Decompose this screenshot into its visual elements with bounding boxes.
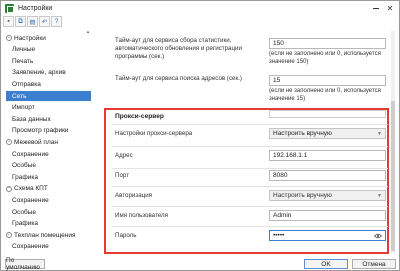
proxy-auth-value: Настроить вручную bbox=[273, 192, 332, 199]
tree-item-label: Сохранение bbox=[12, 196, 49, 204]
tree-group[interactable]: − Настройки bbox=[6, 33, 46, 43]
question-icon[interactable]: ? bbox=[51, 16, 62, 27]
divider bbox=[112, 168, 388, 169]
tree-item-label: Схема КПТ bbox=[14, 185, 48, 193]
close-button[interactable]: ✕ bbox=[383, 1, 397, 15]
proxy-auth-label: Авторизация bbox=[115, 192, 153, 199]
tree-group[interactable]: − Межевой план bbox=[6, 137, 58, 147]
tree-item[interactable]: Личные bbox=[12, 45, 35, 55]
tree-item-label: Просмотр графики bbox=[12, 127, 69, 135]
stats-timeout-hint: (если не заполнено или 0, используется з… bbox=[269, 51, 381, 65]
tree-item[interactable]: Заявление, архив bbox=[12, 68, 66, 78]
window-title: Настройки bbox=[18, 4, 53, 12]
tree-item-label: Особые bbox=[12, 208, 37, 216]
tree-item-label: База данных bbox=[12, 115, 51, 123]
scrollbar-thumb[interactable] bbox=[391, 101, 395, 251]
proxy-password-label: Пароль bbox=[115, 232, 137, 239]
vertical-scrollbar[interactable] bbox=[391, 31, 395, 253]
settings-tree: ▲ − Настройки Личные Печать Заявление, архив… bbox=[3, 29, 91, 257]
tree-item[interactable]: Особые bbox=[12, 207, 36, 217]
tree-item-label: Техплан помещения bbox=[14, 231, 76, 239]
undo-icon[interactable]: ↶ bbox=[39, 16, 50, 27]
paste-icon[interactable]: ▤ bbox=[27, 16, 38, 27]
divider bbox=[112, 186, 388, 187]
app-icon bbox=[5, 3, 14, 13]
toolbar: ▪ ⧉ ▤ ↶ ? bbox=[1, 15, 399, 28]
tree-item[interactable]: Сохранение bbox=[12, 242, 49, 252]
tree-item-label: Графика bbox=[12, 220, 38, 228]
tree-item-label: Импорт bbox=[12, 104, 35, 112]
copy-icon[interactable]: ⧉ bbox=[15, 16, 26, 27]
proxy-settings-select[interactable]: Настроить вручную ▼ bbox=[269, 128, 386, 139]
tree-item[interactable]: Графика bbox=[12, 172, 38, 182]
tree-item[interactable]: Графика bbox=[12, 219, 38, 229]
address-timeout-hint: (если не заполнено или 0, используется з… bbox=[269, 88, 381, 102]
divider bbox=[112, 124, 388, 125]
tree-item[interactable]: Сеть bbox=[6, 91, 91, 101]
tree-group[interactable]: − Схема КПТ bbox=[6, 184, 48, 194]
scroll-up-arrow-icon[interactable]: ▲ bbox=[85, 29, 91, 35]
tree-item-label: Заявление, архив bbox=[12, 69, 66, 77]
tree-item-label: Личные bbox=[12, 46, 36, 54]
collapse-toggle-icon[interactable]: − bbox=[6, 185, 12, 192]
save-icon[interactable]: ▪ bbox=[3, 16, 14, 27]
title-bar: Настройки ✕ bbox=[1, 1, 399, 15]
tree-item-label: Особые bbox=[12, 162, 37, 170]
stats-timeout-input[interactable]: 150 bbox=[269, 38, 386, 49]
chevron-down-icon: ▼ bbox=[377, 131, 382, 137]
proxy-settings-label: Настройки прокси-сервера bbox=[115, 130, 193, 137]
tree-item[interactable]: Печать bbox=[12, 56, 33, 66]
tree-item-label: Печать bbox=[12, 57, 34, 65]
proxy-section-title: Прокси-сервер bbox=[115, 113, 164, 120]
tree-item-label: Графика bbox=[12, 173, 38, 181]
proxy-address-input[interactable]: 192.168.1.1 bbox=[269, 150, 386, 161]
eye-icon[interactable] bbox=[374, 233, 382, 239]
stats-timeout-label: Тайм-аут для сервиса сбора статистики, а… bbox=[115, 37, 242, 60]
collapse-toggle-icon[interactable]: − bbox=[6, 35, 12, 41]
tree-item[interactable]: Особые bbox=[12, 161, 36, 171]
divider bbox=[112, 226, 388, 227]
tree-item-label: Межевой план bbox=[14, 138, 58, 146]
chevron-down-icon: ▼ bbox=[377, 193, 382, 199]
proxy-section-blank-field bbox=[269, 110, 386, 118]
divider bbox=[112, 206, 388, 207]
tree-item-label: Настройки bbox=[14, 34, 46, 42]
ok-button[interactable]: OK bbox=[304, 259, 348, 269]
collapse-toggle-icon[interactable]: − bbox=[6, 232, 12, 239]
tree-item[interactable]: Сохранение bbox=[12, 195, 49, 205]
address-timeout-label: Тайм-аут для сервиса поиска адресов (сек… bbox=[115, 75, 242, 82]
tree-item-label: Сохранение bbox=[12, 243, 49, 251]
proxy-user-label: Имя пользователя bbox=[115, 212, 168, 219]
proxy-user-input[interactable]: Admin bbox=[269, 210, 386, 221]
tree-item[interactable]: База данных bbox=[12, 114, 51, 124]
tree-item[interactable]: Импорт bbox=[12, 103, 35, 113]
settings-panel: Тайм-аут для сервиса сбора статистики, а… bbox=[92, 29, 396, 257]
tree-group[interactable]: − Техплан помещения bbox=[6, 230, 76, 240]
proxy-password-input[interactable]: ••••• bbox=[269, 230, 386, 241]
settings-window: Настройки ✕ ▪ ⧉ ▤ ↶ ? ▲ − Настройки Личные… bbox=[0, 0, 400, 271]
proxy-port-input[interactable]: 8080 bbox=[269, 170, 386, 181]
divider bbox=[112, 146, 388, 147]
tree-item-label: Отправка bbox=[12, 80, 41, 88]
proxy-settings-value: Настроить вручную bbox=[273, 130, 332, 137]
collapse-toggle-icon[interactable]: − bbox=[6, 139, 12, 146]
proxy-auth-select[interactable]: Настроить вручную ▼ bbox=[269, 190, 386, 201]
tree-item[interactable]: Сохранение bbox=[12, 149, 49, 159]
tree-item-label: Сохранение bbox=[12, 150, 49, 158]
proxy-address-label: Адрес bbox=[115, 152, 133, 159]
password-dots: ••••• bbox=[273, 232, 285, 239]
tree-item-label: Сеть bbox=[12, 92, 27, 100]
proxy-port-label: Порт bbox=[115, 172, 130, 179]
minimize-button[interactable] bbox=[369, 1, 383, 15]
address-timeout-input[interactable]: 15 bbox=[269, 75, 386, 86]
tree-item[interactable]: Просмотр графики bbox=[12, 126, 69, 136]
default-button[interactable]: По умолчанию bbox=[5, 257, 45, 271]
cancel-button[interactable]: Отмена bbox=[352, 259, 396, 269]
tree-item[interactable]: Отправка bbox=[12, 79, 41, 89]
